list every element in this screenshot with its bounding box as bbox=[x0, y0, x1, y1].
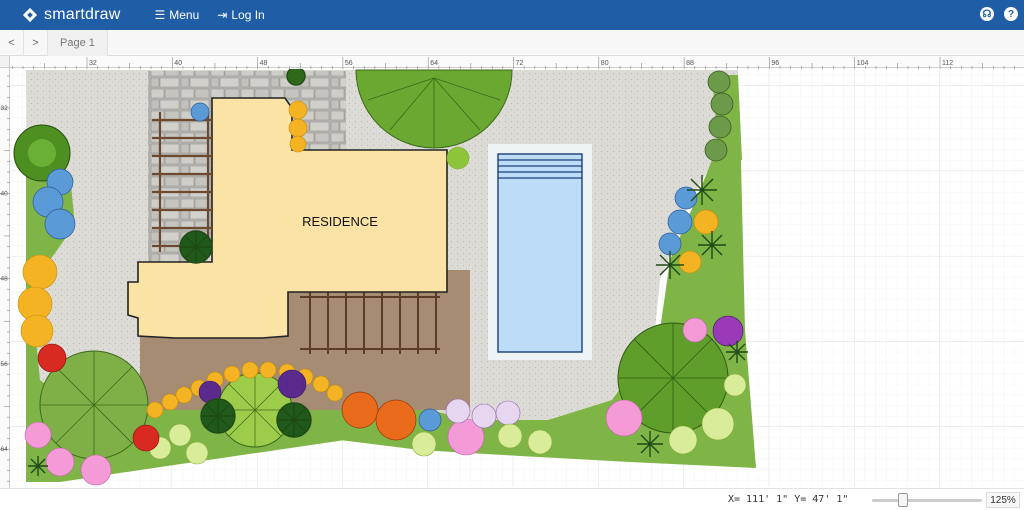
pool-water bbox=[497, 153, 583, 353]
menu-button[interactable]: ☰ Menu bbox=[154, 8, 199, 22]
support-icon[interactable]: ☊ bbox=[980, 7, 994, 21]
hamburger-icon: ☰ bbox=[154, 8, 166, 22]
smartdraw-logo-icon bbox=[22, 7, 38, 23]
brand-name: smartdraw bbox=[44, 6, 121, 23]
residence-label: RESIDENCE bbox=[302, 214, 378, 229]
top-bar: smartdraw ☰ Menu ⇥ Log In ☊ ? bbox=[0, 0, 1024, 30]
ruler-top-scale: 32 40 48 56 64 72 80 88 96 104 112 bbox=[12, 57, 1015, 69]
ruler-top-label: 56 bbox=[345, 60, 353, 67]
brand[interactable]: smartdraw bbox=[22, 6, 120, 24]
tab-page-1[interactable]: Page 1 bbox=[48, 29, 108, 56]
ruler-left-label: 64 bbox=[1, 446, 9, 453]
ruler-top-label: 88 bbox=[686, 60, 694, 67]
ruler-left-label: 40 bbox=[1, 190, 9, 197]
zoom-level[interactable]: 125% bbox=[986, 492, 1020, 508]
ruler-top-label: 80 bbox=[601, 60, 609, 67]
zoom-slider-track[interactable] bbox=[872, 499, 982, 502]
ruler-top-label: 96 bbox=[771, 60, 779, 67]
ruler-top-label: 104 bbox=[857, 60, 869, 67]
next-page-button[interactable]: > bbox=[24, 29, 48, 56]
ruler-corner bbox=[0, 56, 10, 68]
menu-label: Menu bbox=[169, 8, 200, 22]
ruler-left-label: 32 bbox=[1, 105, 9, 112]
ruler-top-label: 40 bbox=[174, 60, 182, 67]
drawing-canvas[interactable]: RESIDENCE bbox=[11, 69, 1024, 487]
cursor-coordinates: X= 111' 1" Y= 47' 1" bbox=[728, 494, 849, 505]
ruler-top-label: 112 bbox=[942, 60, 953, 67]
ruler-top-label: 64 bbox=[430, 60, 438, 67]
zoom-slider-thumb[interactable] bbox=[898, 493, 908, 507]
login-button[interactable]: ⇥ Log In bbox=[217, 8, 264, 22]
page-bar: < > Page 1 bbox=[0, 29, 1024, 56]
ruler-top-label: 48 bbox=[260, 60, 268, 67]
ruler-top-label: 32 bbox=[89, 60, 97, 67]
status-bar: X= 111' 1" Y= 47' 1" 125% bbox=[0, 488, 1024, 510]
ruler-left-scale: 32 40 48 56 64 bbox=[0, 75, 10, 482]
prev-page-button[interactable]: < bbox=[0, 29, 24, 56]
help-icon[interactable]: ? bbox=[1004, 7, 1018, 21]
ruler-left: 32 40 48 56 64 bbox=[0, 68, 10, 488]
ruler-top-label: 72 bbox=[516, 60, 524, 67]
ruler-top: 32 40 48 56 64 72 80 88 96 104 112 bbox=[10, 56, 1024, 69]
ruler-left-label: 48 bbox=[1, 276, 9, 283]
login-icon: ⇥ bbox=[217, 8, 228, 22]
ruler-left-label: 56 bbox=[1, 361, 9, 368]
login-label: Log In bbox=[231, 8, 265, 22]
